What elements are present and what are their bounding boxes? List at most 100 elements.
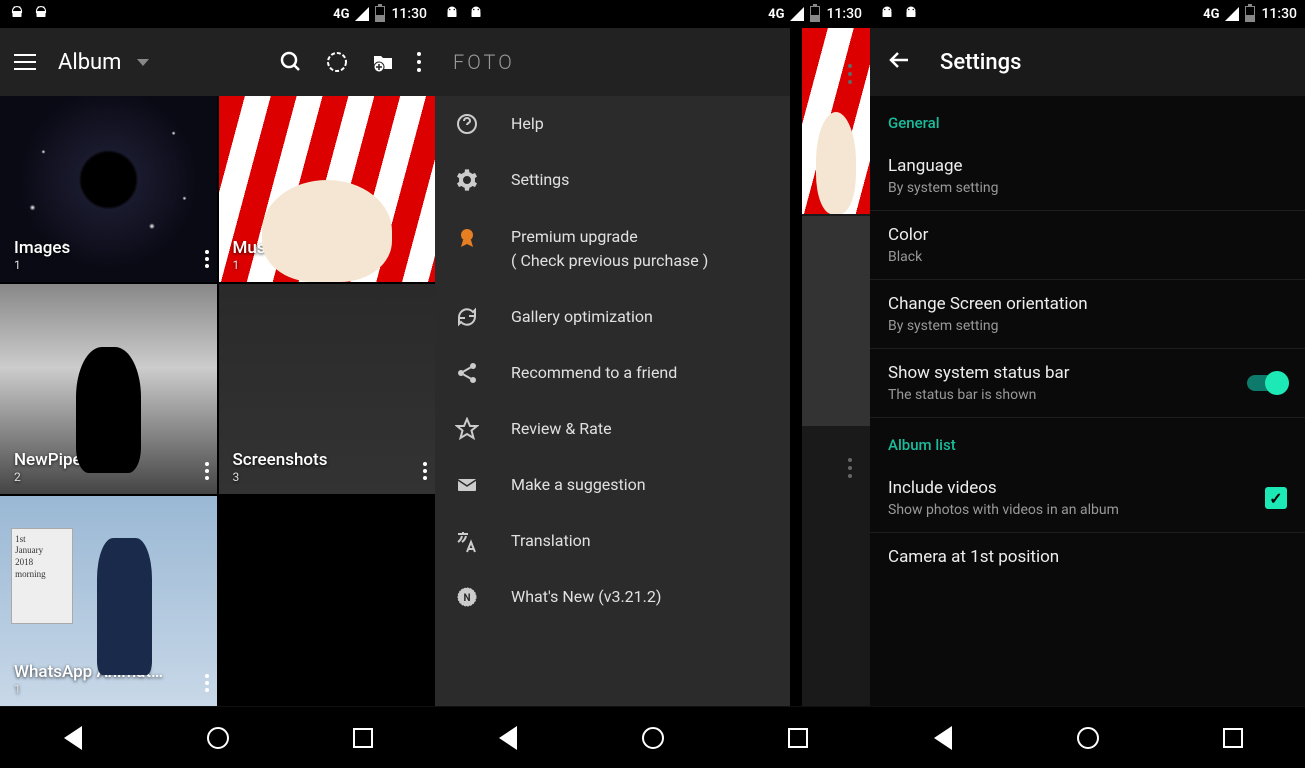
album-tile-images[interactable]: Images 1 <box>0 96 217 282</box>
translate-icon <box>455 529 479 553</box>
setting-language[interactable]: Language By system setting <box>870 142 1305 211</box>
section-header-general: General <box>870 96 1305 142</box>
status-bar: 4G 11:30 <box>0 0 435 28</box>
battery-icon <box>810 6 820 22</box>
backdrop-content <box>802 28 870 706</box>
android-head-icon <box>878 5 896 23</box>
tile-overflow-button[interactable] <box>423 462 427 480</box>
phone-album-view: 4G 11:30 Album Images 1 <box>0 0 435 768</box>
drawer-item-label: Make a suggestion <box>511 474 646 496</box>
navigation-bar <box>435 706 870 768</box>
drawer-backdrop[interactable]: FOTO Help Settings Premium upgrade( Chec… <box>435 28 870 706</box>
drawer-item-whatsnew[interactable]: N What's New (v3.21.2) <box>435 569 790 625</box>
album-tile-screenshots[interactable]: Screenshots 3 <box>219 284 436 494</box>
drawer-item-help[interactable]: Help <box>435 96 790 152</box>
drawer-item-label: Help <box>511 113 544 135</box>
album-tile-newpipe[interactable]: NewPipe 2 <box>0 284 217 494</box>
album-tile-whatsapp[interactable]: 1st January 2018 morning WhatsApp Animat… <box>0 496 217 706</box>
signal-icon <box>1225 7 1239 21</box>
checkbox[interactable]: ✓ <box>1265 487 1287 509</box>
star-icon <box>455 417 479 441</box>
album-count: 1 <box>233 258 422 272</box>
album-name: NewPipe <box>14 450 203 470</box>
status-bar: 4G 11:30 <box>435 0 870 28</box>
settings-toolbar: Settings <box>870 28 1305 96</box>
drawer-item-suggestion[interactable]: Make a suggestion <box>435 457 790 513</box>
setting-orientation[interactable]: Change Screen orientation By system sett… <box>870 280 1305 349</box>
nav-home-button[interactable] <box>205 725 231 751</box>
setting-camera-first[interactable]: Camera at 1st position <box>870 533 1305 581</box>
search-button[interactable] <box>279 50 303 74</box>
drawer-item-translation[interactable]: Translation <box>435 513 790 569</box>
android-head-icon <box>443 5 461 23</box>
album-tile-music[interactable]: Music 1 <box>219 96 436 282</box>
section-header-album-list: Album list <box>870 418 1305 464</box>
nav-recent-button[interactable] <box>350 725 376 751</box>
album-name: Screenshots <box>233 450 422 470</box>
battery-icon <box>375 6 385 22</box>
album-count: 3 <box>233 470 422 484</box>
menu-button[interactable] <box>14 54 36 70</box>
overflow-menu-button[interactable] <box>848 64 852 84</box>
drawer-item-premium[interactable]: Premium upgrade( Check previous purchase… <box>435 208 790 289</box>
overflow-menu-button[interactable] <box>417 52 421 72</box>
album-name: Images <box>14 238 203 258</box>
tile-overflow-button[interactable] <box>205 250 209 268</box>
setting-value: The status bar is shown <box>888 387 1247 403</box>
setting-name: Show system status bar <box>888 363 1247 383</box>
toggle-switch[interactable] <box>1247 375 1287 391</box>
clock: 11:30 <box>1261 6 1297 22</box>
add-folder-button[interactable] <box>371 50 395 74</box>
tile-overflow-button[interactable] <box>205 462 209 480</box>
nav-back-button[interactable] <box>930 725 956 751</box>
nav-back-button[interactable] <box>60 725 86 751</box>
drawer-item-recommend[interactable]: Recommend to a friend <box>435 345 790 401</box>
navigation-bar <box>0 706 435 768</box>
mail-icon <box>455 473 479 497</box>
page-title: Settings <box>940 50 1021 75</box>
drawer-item-label: Gallery optimization <box>511 306 653 328</box>
status-bar: 4G 11:30 <box>870 0 1305 28</box>
sync-icon <box>455 305 479 329</box>
nav-home-button[interactable] <box>1075 725 1101 751</box>
battery-icon <box>1245 6 1255 22</box>
drawer-item-settings[interactable]: Settings <box>435 152 790 208</box>
nav-home-button[interactable] <box>640 725 666 751</box>
drawer-item-label: What's New (v3.21.2) <box>511 586 661 608</box>
settings-list[interactable]: General Language By system setting Color… <box>870 96 1305 706</box>
nav-recent-button[interactable] <box>785 725 811 751</box>
network-label: 4G <box>333 7 349 22</box>
navigation-bar <box>870 706 1305 768</box>
android-head-icon <box>32 5 50 23</box>
setting-include-videos[interactable]: Include videos Show photos with videos i… <box>870 464 1305 533</box>
album-name: WhatsApp Animat… <box>14 662 203 682</box>
nav-back-button[interactable] <box>495 725 521 751</box>
drawer-item-label: Premium upgrade( Check previous purchase… <box>511 226 708 273</box>
phone-drawer-view: 4G 11:30 FOTO Help Settings <box>435 0 870 768</box>
aperture-icon[interactable] <box>325 50 349 74</box>
nav-recent-button[interactable] <box>1220 725 1246 751</box>
svg-text:N: N <box>463 593 470 604</box>
setting-status-bar[interactable]: Show system status bar The status bar is… <box>870 349 1305 418</box>
overflow-menu-button[interactable] <box>848 458 852 478</box>
app-toolbar: Album <box>0 28 435 96</box>
setting-color[interactable]: Color Black <box>870 211 1305 280</box>
toolbar-title[interactable]: Album <box>58 50 121 75</box>
tile-overflow-button[interactable] <box>205 674 209 692</box>
drawer-item-optimization[interactable]: Gallery optimization <box>435 289 790 345</box>
setting-value: By system setting <box>888 318 1287 334</box>
album-count: 1 <box>14 258 203 272</box>
drawer-item-review[interactable]: Review & Rate <box>435 401 790 457</box>
network-label: 4G <box>768 7 784 22</box>
tile-overflow-button[interactable] <box>423 250 427 268</box>
signal-icon <box>355 7 369 21</box>
dropdown-icon[interactable] <box>137 59 149 66</box>
album-grid: Images 1 Music 1 NewPipe 2 Screenshots 3 <box>0 96 435 706</box>
drawer-item-label: Settings <box>511 169 569 191</box>
phone-settings-view: 4G 11:30 Settings General Language By sy… <box>870 0 1305 768</box>
setting-value: By system setting <box>888 180 1287 196</box>
setting-name: Include videos <box>888 478 1265 498</box>
setting-name: Camera at 1st position <box>888 547 1287 567</box>
back-button[interactable] <box>888 48 912 76</box>
help-icon <box>455 112 479 136</box>
